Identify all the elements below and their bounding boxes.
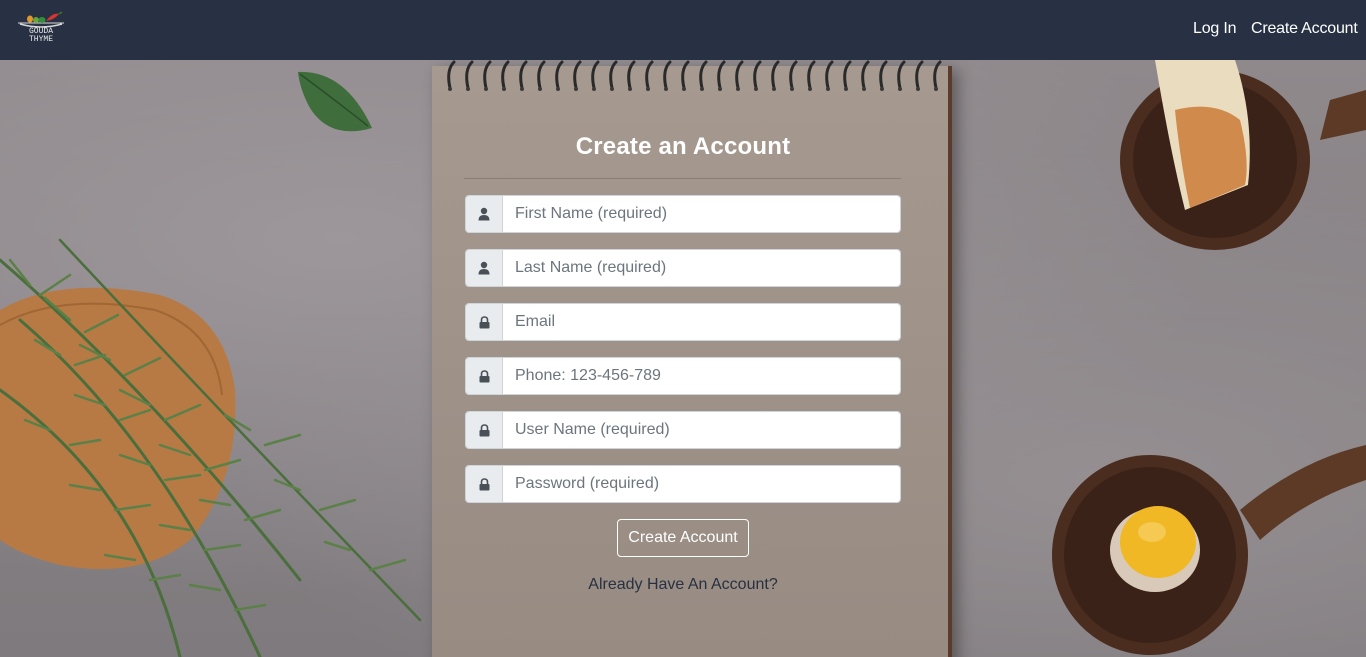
last-name-input[interactable] [503,250,900,286]
nav-create-account-link[interactable]: Create Account [1251,20,1358,38]
nav-login-link[interactable]: Log In [1193,20,1236,38]
user-icon [466,196,503,232]
phone-input[interactable] [503,358,900,394]
cutting-board-icon [0,287,236,570]
wooden-spoon-cheese-icon [1120,60,1366,250]
password-field-group [465,465,901,503]
create-account-button[interactable]: Create Account [617,519,749,557]
user-icon [466,250,503,286]
username-field-group [465,411,901,449]
first-name-input[interactable] [503,196,900,232]
lock-icon [466,358,503,394]
page-title: Create an Account [575,133,791,160]
already-have-account-link[interactable]: Already Have An Account? [432,576,934,594]
logo-text: GOUDA THYME [28,27,53,44]
wooden-spoon-egg-icon [1052,445,1366,655]
password-input[interactable] [503,466,900,502]
notebook-spiral-binding-icon [447,60,942,91]
title-divider [464,178,901,179]
gouda-thyme-logo[interactable]: GOUDA THYME [16,10,66,50]
lock-icon [466,466,503,502]
lock-icon [466,412,503,448]
email-field-group [465,303,901,341]
mint-leaf-icon [298,71,372,132]
phone-field-group [465,357,901,395]
first-name-field-group [465,195,901,233]
lock-icon [466,304,503,340]
email-input[interactable] [503,304,900,340]
username-input[interactable] [503,412,900,448]
navbar: GOUDA THYME Log In Create Account [0,0,1366,60]
last-name-field-group [465,249,901,287]
